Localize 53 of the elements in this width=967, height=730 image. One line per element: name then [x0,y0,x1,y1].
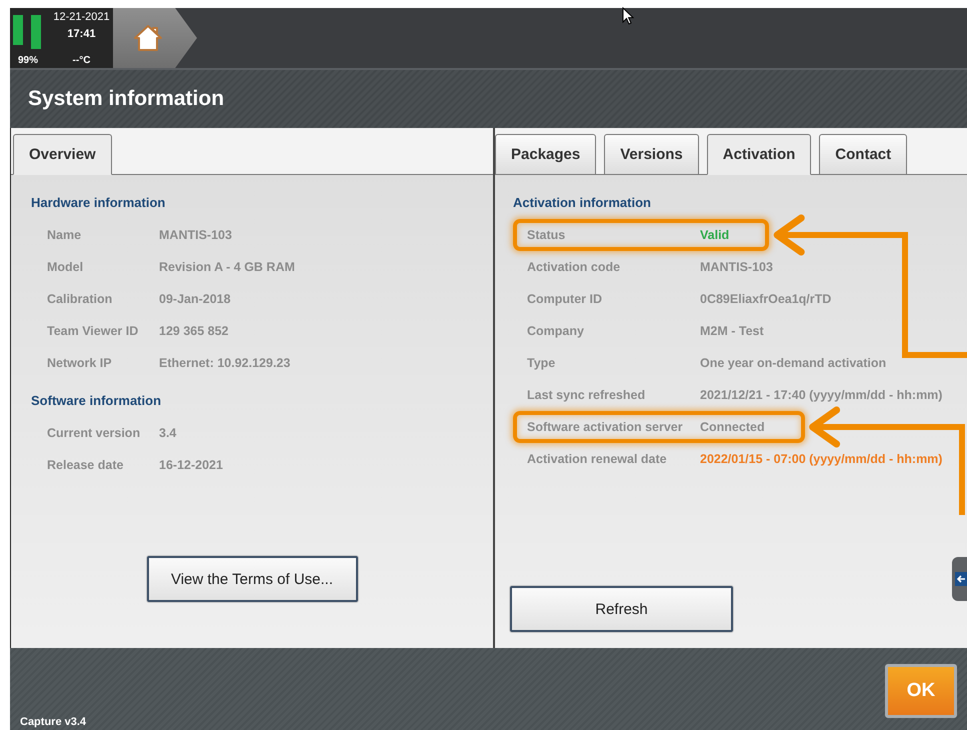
field-label: Last sync refreshed [527,388,646,402]
tab[interactable]: Packages [495,134,596,175]
refresh-button[interactable]: Refresh [510,586,733,632]
field-label: Model [47,260,84,274]
field-label: Software activation server [527,420,684,434]
field-label: Current version [47,426,142,440]
field-label: Activation renewal date [527,452,668,466]
tab[interactable]: Activation [706,134,812,175]
time-text: 17:41 [67,28,96,40]
tab[interactable]: Overview [13,134,112,175]
section-heading: Activation information [513,194,651,212]
field-value: Revision A - 4 GB RAM [159,260,295,274]
section-heading: Software information [31,392,162,410]
field-label: Activation code [527,260,622,274]
page-title: System information [28,87,224,111]
section-heading: Hardware information [31,194,166,212]
battery-percent: 99% [17,54,40,66]
field-value: Connected [700,420,765,434]
field-label: Type [527,356,556,370]
home-icon [133,24,163,52]
field-value: M2M - Test [700,324,764,338]
field-label: Computer ID [527,292,603,306]
field-value: 3.4 [159,426,176,440]
battery-icon [13,15,23,45]
field-value: MANTIS-103 [700,260,773,274]
field-label: Calibration [47,292,114,306]
field-value: Ethernet: 10.92.129.23 [159,356,290,370]
field-label: Company [527,324,585,338]
field-value: 0C89EliaxfrOea1q/rTD [700,292,832,306]
field-label: Network IP [47,356,113,370]
field-value: 16-12-2021 [159,458,223,472]
field-value: One year on-demand activation [700,356,886,370]
field-value: 129 365 852 [159,324,229,338]
version-text: Capture v3.4 [20,716,86,728]
battery-icon [31,15,41,49]
field-label: Release date [47,458,124,472]
field-label: Name [47,228,82,242]
field-value: Valid [700,228,730,242]
tab[interactable]: Contact [819,134,908,175]
tab[interactable]: Versions [604,134,699,175]
side-handle[interactable] [952,557,967,601]
field-value: 2022/01/15 - 07:00 (yyyy/mm/dd - hh:mm) [700,452,942,466]
field-value: 2021/12/21 - 17:40 (yyyy/mm/dd - hh:mm) [700,388,942,402]
field-label: Status [527,228,566,242]
field-label: Team Viewer ID [47,324,140,338]
temperature-text: --°C [72,54,92,66]
field-value: 09-Jan-2018 [159,292,231,306]
home-button[interactable] [113,8,197,68]
terms-button[interactable]: View the Terms of Use... [146,556,358,602]
field-value: MANTIS-103 [159,228,232,242]
cursor-icon [622,7,634,25]
date-text: 12-21-2021 [53,11,110,23]
arrow-icon [955,572,967,586]
